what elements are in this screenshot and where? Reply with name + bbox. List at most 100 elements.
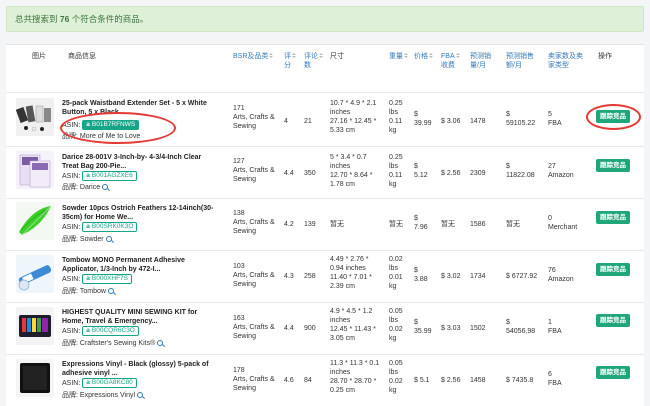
asin-badge[interactable]: a B000XHF7S: [82, 274, 133, 285]
brand-line: 品牌: Sowder: [62, 235, 112, 244]
col-info: 商品信息: [68, 53, 96, 60]
size-cell: 5 * 3.4 * 0.7 inches 12.70 * 8.64 * 1.78 cm: [330, 154, 373, 188]
bsr-cell: 171 Arts, Crafts & Sewing: [233, 105, 275, 130]
reviews-cell: 139: [304, 221, 316, 228]
reviews-cell: 900: [304, 325, 316, 332]
annotation-circle: [586, 104, 641, 130]
product-title[interactable]: HIGHEST QUALITY MINI SEWING KIT for Home,…: [62, 308, 232, 326]
product-image[interactable]: [16, 307, 54, 345]
rating-cell: 4.4: [284, 170, 294, 177]
rating-cell: 4: [284, 118, 288, 125]
amazon-icon: a: [86, 327, 90, 335]
product-image[interactable]: [16, 202, 54, 240]
rating-cell: 4.3: [284, 273, 294, 280]
track-button[interactable]: 跟踪竞品: [596, 211, 630, 224]
brand-line: 品牌: Craftster's Sewing Kits®: [62, 339, 164, 348]
price-cell: $39.99: [414, 111, 432, 127]
weight-cell: 0.05 lbs 0.02 kg: [389, 360, 403, 394]
size-cell: 暂无: [330, 221, 344, 228]
annotation-circle: [60, 112, 176, 144]
size-cell: 4.9 * 4.5 * 1.2 inches 12.45 * 11.43 * 3.05…: [330, 308, 376, 342]
price-cell: $3.88: [414, 267, 428, 283]
reviews-cell: 21: [304, 118, 312, 125]
reviews-cell: 84: [304, 377, 312, 384]
amazon-icon: a: [86, 172, 90, 180]
product-image[interactable]: [16, 98, 54, 136]
search-icon[interactable]: [105, 236, 112, 242]
result-count: 76: [59, 14, 70, 24]
amazon-icon: a: [86, 379, 90, 387]
seller-cell: 27 Amazon: [548, 163, 574, 179]
weight-cell: 暂无: [389, 221, 403, 228]
col-fba[interactable]: FBA 收费: [441, 52, 460, 92]
product-image[interactable]: [16, 151, 54, 189]
product-title[interactable]: Sowder 10pcs Ostrich Feathers 12-14inch(…: [62, 204, 232, 222]
track-button[interactable]: 跟踪竞品: [596, 314, 630, 327]
col-seller[interactable]: 卖家数及卖 家类型: [548, 52, 583, 92]
size-cell: 11.3 * 11.3 * 0.1 inches 28.70 * 28.70 * 0.…: [330, 360, 380, 394]
search-icon[interactable]: [137, 392, 144, 398]
product-image[interactable]: [16, 359, 54, 397]
search-icon[interactable]: [157, 340, 164, 346]
rating-cell: 4.6: [284, 377, 294, 384]
banner-prefix: 总共搜索到: [15, 14, 58, 24]
asin-line: ASIN: a B00CQR6C3O: [62, 326, 139, 337]
banner-suffix: 个符合条件的商品。: [71, 14, 149, 24]
amazon-icon: a: [86, 275, 90, 283]
col-weight[interactable]: 重量: [389, 52, 408, 92]
product-title[interactable]: Tombow MONO Permanent Adhesive Applicator…: [62, 256, 232, 274]
sort-icon: [429, 53, 433, 59]
search-icon[interactable]: [107, 288, 114, 294]
weight-cell: 0.02 lbs 0.01 kg: [389, 256, 403, 290]
amazon-icon: a: [86, 223, 90, 231]
reviews-cell: 350: [304, 170, 316, 177]
reviews-cell: 258: [304, 273, 316, 280]
col-size: 尺寸: [330, 53, 344, 60]
sales-cell: 1734: [470, 273, 486, 280]
col-reviews[interactable]: 评论数: [304, 52, 323, 92]
bsr-cell: 103 Arts, Crafts & Sewing: [233, 263, 275, 288]
weight-cell: 0.25 lbs 0.11 kg: [389, 154, 403, 188]
sort-icon: [292, 53, 296, 59]
seller-cell: 0 Merchant: [548, 215, 578, 231]
col-rating[interactable]: 评分: [284, 52, 296, 92]
asin-badge[interactable]: a B00SRK0K3O: [82, 222, 138, 233]
size-cell: 4.49 * 2.76 * 0.94 inches 11.40 * 7.01 * 2.…: [330, 256, 372, 290]
fba-cell: 暂无: [441, 221, 455, 228]
sort-icon: [319, 53, 323, 59]
fba-cell: $ 3.06: [441, 118, 461, 125]
brand-line: 品牌: Darice: [62, 183, 109, 192]
sort-icon: [404, 53, 408, 59]
revenue-cell: $ 7435.8: [506, 377, 534, 384]
seller-cell: 1 FBA: [548, 319, 562, 335]
asin-badge[interactable]: a B00GA8KC80: [82, 378, 137, 389]
sort-icon: [456, 53, 460, 59]
col-price[interactable]: 价格: [414, 52, 433, 92]
bsr-cell: 138 Arts, Crafts & Sewing: [233, 210, 275, 235]
col-est-revenue[interactable]: 预测销售 额/月: [506, 52, 534, 92]
brand-line: 品牌: Expressions Vinyl: [62, 391, 144, 400]
col-est-sales[interactable]: 预测销 量/月: [470, 52, 491, 92]
track-button[interactable]: 跟踪竞品: [596, 366, 630, 379]
revenue-cell: $ 6727.92: [506, 273, 538, 280]
sales-cell: 1502: [470, 325, 486, 332]
sort-icon: [269, 53, 273, 59]
fba-cell: $ 2.56: [441, 377, 461, 384]
asin-line: ASIN: a B001AGZXE6: [62, 171, 137, 182]
search-icon[interactable]: [102, 184, 109, 190]
product-image[interactable]: [16, 255, 54, 293]
price-cell: $35.99: [414, 319, 432, 335]
sales-cell: 1458: [470, 377, 486, 384]
bsr-cell: 127 Arts, Crafts & Sewing: [233, 158, 275, 183]
weight-cell: 0.25 lbs 0.11 kg: [389, 100, 403, 134]
product-title[interactable]: Expressions Vinyl - Black (glossy) 5-pac…: [62, 360, 232, 378]
product-title[interactable]: Darice 28-001V 3-Inch-by- 4-3/4-Inch Cle…: [62, 153, 232, 171]
track-button[interactable]: 跟踪竞品: [596, 263, 630, 276]
seller-cell: 76 Amazon: [548, 267, 574, 283]
fba-cell: $ 2.56: [441, 170, 461, 177]
track-button[interactable]: 跟踪竞品: [596, 159, 630, 172]
asin-badge[interactable]: a B00CQR6C3O: [82, 326, 139, 337]
col-image: 图片: [32, 53, 46, 60]
col-bsr[interactable]: BSR及品类: [233, 52, 273, 92]
asin-badge[interactable]: a B001AGZXE6: [82, 171, 137, 182]
